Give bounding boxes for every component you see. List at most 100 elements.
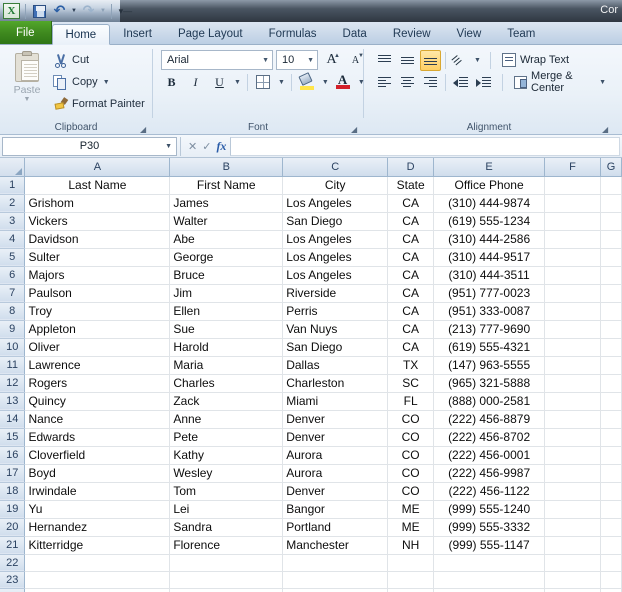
cell-A22[interactable]: [24, 554, 171, 572]
cell-F23[interactable]: [544, 571, 601, 589]
cell-C10[interactable]: San Diego: [282, 338, 389, 357]
cell-F13[interactable]: [544, 392, 601, 411]
cell-F8[interactable]: [544, 302, 601, 321]
cell-C8[interactable]: Perris: [282, 302, 389, 321]
cell-D22[interactable]: [387, 554, 435, 572]
cell-C23[interactable]: [282, 571, 389, 589]
cell-G6[interactable]: [600, 266, 622, 285]
copy-button[interactable]: Copy ▼: [50, 72, 148, 92]
cell-D2[interactable]: CA: [387, 194, 435, 213]
cell-G13[interactable]: [600, 392, 622, 411]
font-size-combo[interactable]: 10 ▼: [276, 50, 318, 70]
cell-G18[interactable]: [600, 482, 622, 501]
column-header-f[interactable]: F: [544, 158, 601, 177]
cell-C22[interactable]: [282, 554, 389, 572]
row-header-3[interactable]: 3: [0, 212, 26, 231]
tab-formulas[interactable]: Formulas: [256, 23, 330, 44]
cell-E8[interactable]: (951) 333-0087: [433, 302, 546, 321]
cell-G24[interactable]: [600, 588, 622, 592]
cell-F21[interactable]: [544, 536, 601, 555]
row-header-11[interactable]: 11: [0, 356, 26, 375]
cell-B9[interactable]: Sue: [169, 320, 284, 339]
cell-D8[interactable]: CA: [387, 302, 435, 321]
cell-G3[interactable]: [600, 212, 622, 231]
font-color-button[interactable]: A: [333, 72, 354, 93]
cell-A21[interactable]: Kitterridge: [24, 536, 171, 555]
borders-button[interactable]: [253, 72, 274, 93]
cell-A12[interactable]: Rogers: [24, 374, 171, 393]
cell-E24[interactable]: [433, 588, 546, 592]
cell-G8[interactable]: [600, 302, 622, 321]
cell-D14[interactable]: CO: [387, 410, 435, 429]
cell-F2[interactable]: [544, 194, 601, 213]
cell-E18[interactable]: (222) 456-1122: [433, 482, 546, 501]
cell-E19[interactable]: (999) 555-1240: [433, 500, 546, 519]
cell-C13[interactable]: Miami: [282, 392, 389, 411]
chevron-down-icon[interactable]: ▼: [165, 143, 172, 150]
cell-B18[interactable]: Tom: [169, 482, 284, 501]
formula-input[interactable]: [230, 136, 620, 156]
row-header-5[interactable]: 5: [0, 248, 26, 267]
cell-D15[interactable]: CO: [387, 428, 435, 447]
cell-A16[interactable]: Cloverfield: [24, 446, 171, 465]
cell-D24[interactable]: [387, 588, 435, 592]
cell-B3[interactable]: Walter: [169, 212, 284, 231]
align-center-button[interactable]: [397, 72, 418, 93]
cell-C17[interactable]: Aurora: [282, 464, 389, 483]
column-header-a[interactable]: A: [24, 158, 171, 177]
cell-C12[interactable]: Charleston: [282, 374, 389, 393]
select-all-corner[interactable]: [0, 158, 26, 177]
cell-A14[interactable]: Nance: [24, 410, 171, 429]
cell-C2[interactable]: Los Angeles: [282, 194, 389, 213]
cell-C5[interactable]: Los Angeles: [282, 248, 389, 267]
cell-C6[interactable]: Los Angeles: [282, 266, 389, 285]
column-header-d[interactable]: D: [387, 158, 435, 177]
tab-team[interactable]: Team: [494, 23, 548, 44]
font-name-combo[interactable]: Arial ▼: [161, 50, 273, 70]
underline-dropdown-icon[interactable]: ▼: [233, 79, 242, 86]
align-right-button[interactable]: [420, 72, 441, 93]
cell-F6[interactable]: [544, 266, 601, 285]
cell-E13[interactable]: (888) 000-2581: [433, 392, 546, 411]
cell-A10[interactable]: Oliver: [24, 338, 171, 357]
cell-D4[interactable]: CA: [387, 230, 435, 249]
tab-view[interactable]: View: [444, 23, 495, 44]
cell-E17[interactable]: (222) 456-9987: [433, 464, 546, 483]
cell-G15[interactable]: [600, 428, 622, 447]
clipboard-dialog-launcher-icon[interactable]: ◢: [140, 125, 149, 134]
increase-indent-button[interactable]: [473, 72, 494, 93]
cell-E14[interactable]: (222) 456-8879: [433, 410, 546, 429]
cell-C14[interactable]: Denver: [282, 410, 389, 429]
cell-F17[interactable]: [544, 464, 601, 483]
cell-B24[interactable]: [169, 588, 284, 592]
cell-D18[interactable]: CO: [387, 482, 435, 501]
align-top-button[interactable]: [374, 50, 395, 71]
cell-B17[interactable]: Wesley: [169, 464, 284, 483]
text-orientation-button[interactable]: ☰: [450, 50, 471, 71]
row-header-15[interactable]: 15: [0, 428, 26, 447]
column-header-g[interactable]: G: [600, 158, 622, 177]
cell-G11[interactable]: [600, 356, 622, 375]
cell-D7[interactable]: CA: [387, 284, 435, 303]
cell-A8[interactable]: Troy: [24, 302, 171, 321]
paste-button[interactable]: Paste ▼: [4, 48, 50, 103]
cell-A5[interactable]: Sulter: [24, 248, 171, 267]
row-header-13[interactable]: 13: [0, 392, 26, 411]
cell-G20[interactable]: [600, 518, 622, 537]
cell-C15[interactable]: Denver: [282, 428, 389, 447]
cell-F18[interactable]: [544, 482, 601, 501]
cell-G4[interactable]: [600, 230, 622, 249]
row-header-23[interactable]: 23: [0, 571, 26, 589]
cell-C1[interactable]: City: [282, 176, 389, 195]
tab-home[interactable]: Home: [51, 24, 111, 45]
cell-B16[interactable]: Kathy: [169, 446, 284, 465]
cell-D3[interactable]: CA: [387, 212, 435, 231]
cell-E15[interactable]: (222) 456-8702: [433, 428, 546, 447]
cell-E5[interactable]: (310) 444-9517: [433, 248, 546, 267]
italic-button[interactable]: I: [185, 72, 206, 93]
row-header-14[interactable]: 14: [0, 410, 26, 429]
cell-B1[interactable]: First Name: [169, 176, 284, 195]
cell-E20[interactable]: (999) 555-3332: [433, 518, 546, 537]
tab-insert[interactable]: Insert: [110, 23, 165, 44]
cell-D21[interactable]: NH: [387, 536, 435, 555]
